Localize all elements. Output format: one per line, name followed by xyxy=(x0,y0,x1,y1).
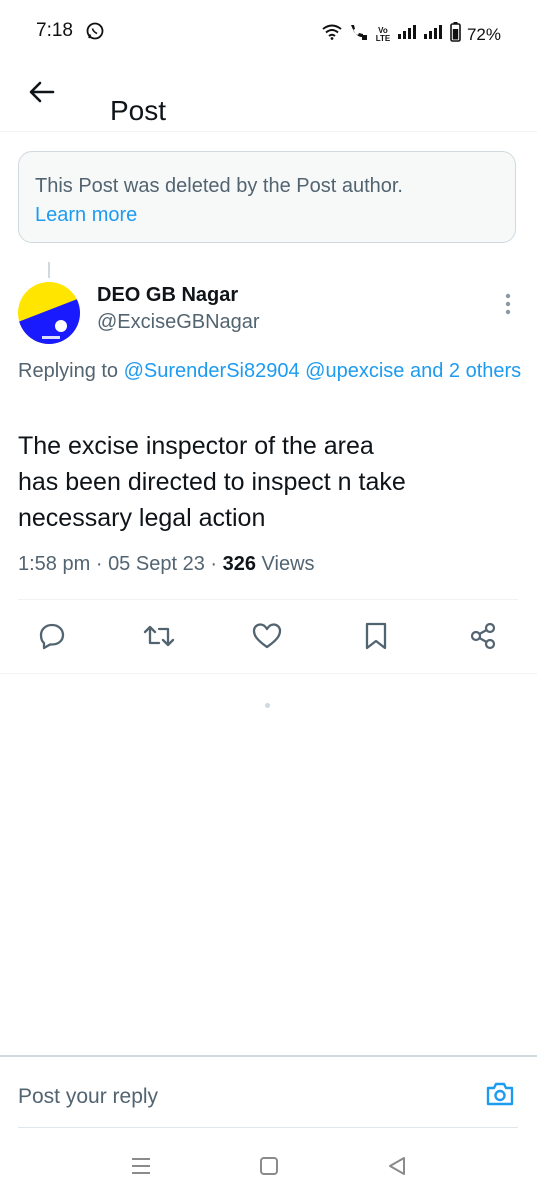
menu-icon xyxy=(130,1157,152,1180)
recent-apps-button[interactable] xyxy=(126,1153,156,1183)
wifi-icon xyxy=(322,24,342,45)
camera-icon xyxy=(485,1081,515,1112)
deleted-post-notice: This Post was deleted by the Post author… xyxy=(18,151,516,243)
signal-icon xyxy=(397,25,418,44)
page-title: Post xyxy=(110,94,167,126)
whatsapp-icon xyxy=(86,22,104,40)
post-time[interactable]: 1:58 pm xyxy=(18,553,90,575)
reply-icon xyxy=(38,622,66,655)
loading-indicator xyxy=(265,703,270,708)
wifi-calling-icon xyxy=(348,23,368,46)
author-handle[interactable]: @ExciseGBNagar xyxy=(97,311,260,334)
system-nav-bar xyxy=(0,1135,537,1200)
reply-input[interactable] xyxy=(18,1077,458,1117)
post-meta: 1:58 pm · 05 Sept 23 · 326 Views xyxy=(18,553,315,576)
back-triangle-icon xyxy=(386,1155,408,1182)
mention-link[interactable]: @upexcise xyxy=(305,360,404,382)
like-button[interactable] xyxy=(251,622,283,654)
like-icon xyxy=(252,622,282,655)
learn-more-link[interactable]: Learn more xyxy=(35,201,137,230)
post-text-line: necessary legal action xyxy=(18,504,266,532)
divider xyxy=(0,673,537,674)
divider xyxy=(18,1127,518,1128)
action-bar xyxy=(0,612,537,664)
status-bar: 7:18 Vo LTE 72% xyxy=(0,0,537,64)
deleted-notice-text: This Post was deleted by the Post author… xyxy=(35,175,403,197)
meta-separator: · xyxy=(210,553,218,575)
back-button[interactable] xyxy=(22,74,62,114)
meta-separator: · xyxy=(95,553,103,575)
signal-icon xyxy=(423,25,444,44)
camera-button[interactable] xyxy=(484,1080,516,1112)
retweet-button[interactable] xyxy=(143,622,175,654)
divider xyxy=(0,131,537,132)
replying-to: Replying to @SurenderSi82904 @upexcise a… xyxy=(18,356,533,386)
divider xyxy=(18,599,518,600)
bookmark-button[interactable] xyxy=(360,622,392,654)
home-square-icon xyxy=(258,1155,280,1182)
status-icons: Vo LTE 72% xyxy=(322,22,501,47)
author-name[interactable]: DEO GB Nagar xyxy=(97,284,238,307)
battery-percent: 72% xyxy=(466,24,501,44)
mention-link[interactable]: @SurenderSi82904 xyxy=(124,360,300,382)
post-text-line: has been directed to inspect n take xyxy=(18,468,406,496)
arrow-left-icon xyxy=(29,81,55,108)
views-label: Views xyxy=(261,553,315,575)
thread-connector xyxy=(48,262,50,278)
share-icon xyxy=(469,622,497,655)
post-text: The excise inspector of the area has bee… xyxy=(18,428,518,536)
battery-icon xyxy=(450,22,461,47)
back-nav-button[interactable] xyxy=(382,1153,412,1183)
home-button[interactable] xyxy=(254,1153,284,1183)
more-vertical-icon xyxy=(505,293,511,320)
reply-button[interactable] xyxy=(36,622,68,654)
retweet-icon xyxy=(143,622,175,655)
more-options-button[interactable] xyxy=(496,291,520,321)
status-time: 7:18 xyxy=(36,20,73,41)
views-count[interactable]: 326 xyxy=(223,553,256,575)
post-text-line: The excise inspector of the area xyxy=(18,432,374,460)
divider xyxy=(0,1055,537,1057)
avatar[interactable] xyxy=(18,282,80,344)
top-bar: Post xyxy=(0,64,537,128)
replying-prefix: Replying to xyxy=(18,360,124,382)
others-link[interactable]: and 2 others xyxy=(410,360,521,382)
volte-icon: Vo LTE xyxy=(375,25,391,43)
bookmark-icon xyxy=(363,621,389,656)
post-date[interactable]: 05 Sept 23 xyxy=(108,553,205,575)
share-button[interactable] xyxy=(467,622,499,654)
